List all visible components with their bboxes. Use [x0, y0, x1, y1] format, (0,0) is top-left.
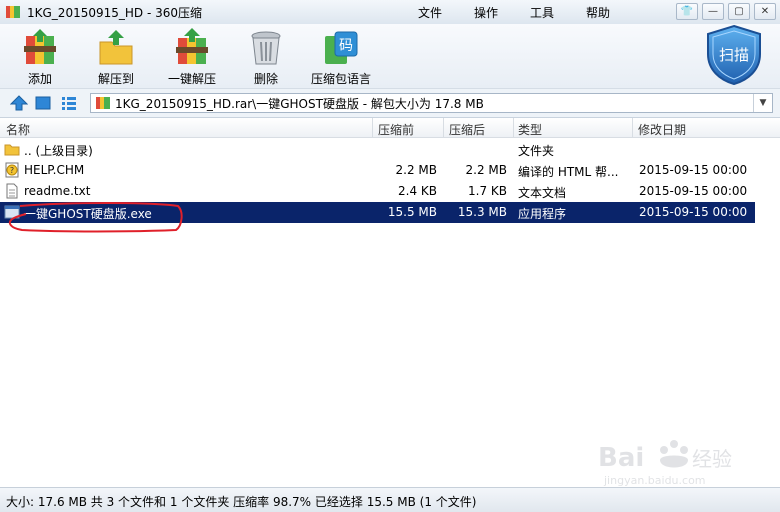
file-name: .. (上级目录)	[24, 144, 93, 158]
file-size-after: 2.2 MB	[465, 163, 507, 177]
chevron-down-icon[interactable]: ▼	[753, 94, 772, 112]
file-name: readme.txt	[24, 184, 91, 198]
one-click-extract-label: 一键解压	[167, 72, 216, 86]
shield-icon: 扫描	[707, 24, 761, 86]
column-size-before[interactable]: 压缩前	[378, 121, 414, 138]
menu-bar: 文件 操作 工具 帮助	[402, 0, 626, 24]
delete-button[interactable]: 删除	[228, 28, 304, 87]
column-header: 名称 压缩前 压缩后 类型 修改日期	[0, 118, 780, 138]
column-name[interactable]: 名称	[6, 121, 30, 138]
one-click-extract-icon	[176, 28, 208, 64]
table-row[interactable]: ? HELP.CHM 2.2 MB 2.2 MB 编译的 HTML 帮... 2…	[0, 160, 755, 181]
add-button[interactable]: 添加	[2, 28, 78, 87]
archive-language-label: 压缩包语言	[310, 72, 371, 86]
column-modified-date[interactable]: 修改日期	[638, 121, 686, 138]
scan-label: 扫描	[719, 46, 749, 64]
add-archive-icon	[24, 29, 56, 64]
column-size-after[interactable]: 压缩后	[449, 121, 485, 138]
table-row[interactable]: readme.txt 2.4 KB 1.7 KB 文本文档 2015-09-15…	[0, 181, 755, 202]
file-size-after: 15.3 MB	[457, 205, 507, 219]
address-bar: 1KG_20150915_HD.rar\一键GHOST硬盘版 - 解包大小为 1…	[0, 88, 780, 118]
skin-shirt-icon[interactable]: 👕	[676, 3, 698, 20]
file-date: 2015-09-15 00:00	[639, 163, 748, 177]
file-type: 文本文档	[518, 186, 567, 200]
menu-file[interactable]: 文件	[402, 4, 458, 21]
file-date: 2015-09-15 00:00	[639, 205, 748, 219]
app-archive-icon	[6, 6, 20, 18]
file-type: 编译的 HTML 帮...	[518, 165, 619, 179]
thumbnail-view-icon[interactable]	[34, 95, 52, 111]
list-view-icon[interactable]	[60, 95, 78, 111]
column-separator	[513, 118, 514, 137]
title-bar: 1KG_20150915_HD - 360压缩	[0, 0, 780, 24]
maximize-button[interactable]: ▢	[728, 3, 750, 20]
column-separator	[632, 118, 633, 137]
up-arrow-icon[interactable]	[10, 95, 28, 111]
file-size-before: 2.2 MB	[395, 163, 437, 177]
file-type: 文件夹	[518, 144, 555, 158]
delete-trash-icon	[251, 31, 281, 65]
column-separator	[443, 118, 444, 137]
file-size-before: 2.4 KB	[398, 184, 437, 198]
file-name: 一键GHOST硬盘版.exe	[24, 207, 152, 221]
status-bar: 大小: 17.6 MB 共 3 个文件和 1 个文件夹 压缩率 98.7% 已经…	[0, 487, 780, 512]
extract-to-icon	[99, 30, 133, 65]
toolbar: 添加 解压到 一键解压 删除 码 压缩包语言	[0, 24, 780, 88]
file-date: 2015-09-15 00:00	[639, 184, 748, 198]
extract-to-button[interactable]: 解压到	[78, 28, 154, 87]
column-type[interactable]: 类型	[518, 121, 542, 138]
file-size-after: 1.7 KB	[468, 184, 507, 198]
column-separator	[372, 118, 373, 137]
baidu-jingyan-watermark-logo: Bai 经验 jingyan.baidu.com	[598, 440, 732, 487]
table-row[interactable]: .. (上级目录) 文件夹	[0, 139, 755, 160]
scan-button[interactable]: 扫描	[704, 24, 764, 86]
table-row-selected[interactable]: 一键GHOST硬盘版.exe 15.5 MB 15.3 MB 应用程序 2015…	[0, 202, 755, 223]
add-label: 添加	[27, 72, 52, 86]
address-path-field[interactable]: 1KG_20150915_HD.rar\一键GHOST硬盘版 - 解包大小为 1…	[90, 93, 773, 113]
minimize-button[interactable]: —	[702, 3, 724, 20]
language-badge: 码	[339, 38, 353, 54]
one-click-extract-button[interactable]: 一键解压	[154, 28, 230, 87]
close-button[interactable]: ✕	[754, 3, 776, 20]
archive-icon	[96, 97, 110, 109]
exe-file-icon	[4, 205, 20, 219]
archive-language-button[interactable]: 码 压缩包语言	[302, 28, 380, 87]
menu-operate[interactable]: 操作	[458, 4, 514, 21]
window-controls: 👕 — ▢ ✕	[676, 3, 776, 20]
watermark-url: jingyan.baidu.com	[603, 474, 706, 487]
status-text: 大小: 17.6 MB 共 3 个文件和 1 个文件夹 压缩率 98.7% 已经…	[6, 495, 477, 509]
watermark-brand2: 经验	[692, 447, 732, 471]
delete-label: 删除	[253, 72, 278, 86]
watermark-brand: Bai	[598, 443, 644, 473]
chm-help-icon: ?	[5, 162, 19, 178]
file-size-before: 15.5 MB	[387, 205, 437, 219]
address-path: 1KG_20150915_HD.rar\一键GHOST硬盘版 - 解包大小为 1…	[115, 96, 484, 111]
archive-language-icon: 码	[325, 31, 358, 64]
menu-tools[interactable]: 工具	[514, 4, 570, 21]
window-title: 1KG_20150915_HD - 360压缩	[27, 5, 203, 20]
menu-help[interactable]: 帮助	[570, 4, 626, 21]
text-file-icon	[6, 183, 18, 199]
svg-text:?: ?	[10, 166, 14, 175]
folder-icon	[4, 144, 20, 156]
extract-to-label: 解压到	[97, 72, 134, 86]
file-type: 应用程序	[518, 207, 567, 221]
file-name: HELP.CHM	[24, 163, 85, 177]
